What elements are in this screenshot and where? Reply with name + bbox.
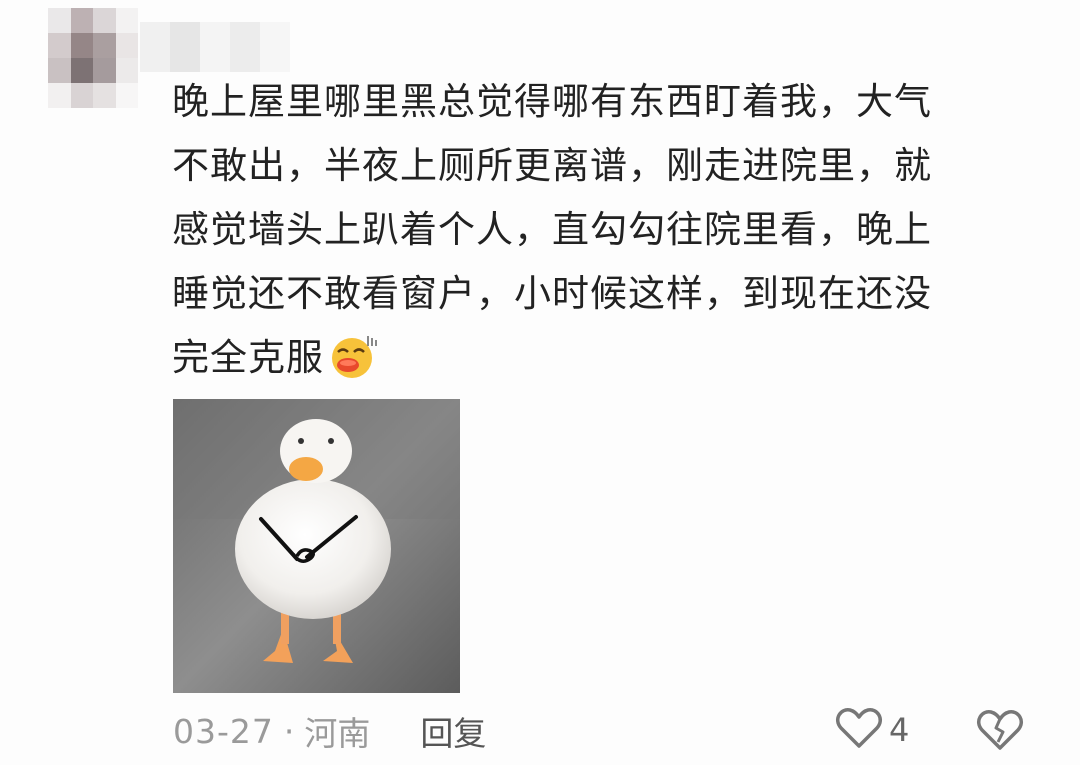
comment-line: 睡觉还不敢看窗户，小时候这样，到现在还没 bbox=[172, 272, 932, 315]
comment-line: 感觉墙头上趴着个人，直勾勾往院里看，晚上 bbox=[172, 208, 932, 251]
comment-line: 完全克服 bbox=[172, 336, 324, 379]
avatar[interactable] bbox=[48, 8, 138, 108]
reply-button[interactable]: 回复 bbox=[420, 707, 486, 755]
comment-item: 晚上屋里哪里黑总觉得哪有东西盯着我，大气 不敢出，半夜上厕所更离谱，刚走进院里，… bbox=[0, 0, 1080, 765]
username-blurred[interactable] bbox=[140, 22, 290, 72]
duck-with-hands-image bbox=[173, 399, 460, 693]
comment-line: 晚上屋里哪里黑总觉得哪有东西盯着我，大气 bbox=[172, 80, 932, 123]
broken-heart-icon bbox=[976, 710, 1024, 756]
heart-icon bbox=[835, 706, 883, 754]
dislike-button[interactable] bbox=[976, 708, 1024, 756]
comment-date: 03-27 bbox=[173, 711, 274, 751]
comment-location: 河南 bbox=[304, 714, 371, 753]
comment-image[interactable] bbox=[173, 399, 460, 693]
comment-line: 不敢出，半夜上厕所更离谱，刚走进院里，就 bbox=[172, 144, 932, 187]
like-button[interactable]: 4 bbox=[835, 706, 909, 754]
comment-text: 晚上屋里哪里黑总觉得哪有东西盯着我，大气 不敢出，半夜上厕所更离谱，刚走进院里，… bbox=[172, 70, 1042, 390]
like-count: 4 bbox=[889, 711, 910, 749]
meta-separator: · bbox=[283, 711, 295, 751]
kiss-face-emoji-icon bbox=[328, 332, 378, 380]
